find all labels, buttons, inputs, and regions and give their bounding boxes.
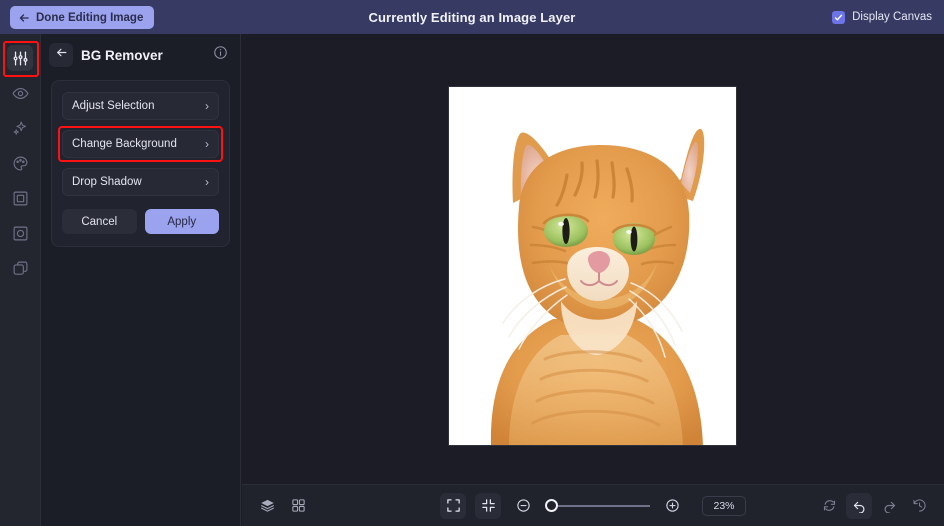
bg-remover-options-card: Adjust Selection › Change Background › D… <box>51 80 230 247</box>
info-circle-icon <box>213 45 228 65</box>
rail-item-visibility[interactable] <box>7 80 33 106</box>
rail-item-adjust[interactable] <box>3 41 39 77</box>
option-adjust-selection[interactable]: Adjust Selection › <box>62 92 219 120</box>
vignette-icon <box>12 225 29 242</box>
artboard[interactable] <box>448 86 737 446</box>
reset-icon <box>822 498 837 513</box>
option-drop-shadow[interactable]: Drop Shadow › <box>62 168 219 196</box>
undo-icon <box>852 498 867 513</box>
fit-screen-icon <box>446 498 461 513</box>
zoom-in-icon <box>665 498 680 513</box>
layers-button[interactable] <box>254 493 280 519</box>
cat-image[interactable] <box>449 87 737 446</box>
done-editing-image-label: Done Editing Image <box>36 11 144 24</box>
canvas-stage[interactable] <box>242 34 944 484</box>
cancel-button[interactable]: Cancel <box>62 209 137 234</box>
checkbox-checked-icon[interactable] <box>832 10 846 24</box>
zoom-out-button[interactable] <box>510 493 536 519</box>
chevron-right-icon: › <box>205 99 209 113</box>
shrink-icon <box>481 498 496 513</box>
zoom-slider-knob[interactable] <box>545 499 558 512</box>
history-controls <box>816 492 944 519</box>
panel-back-button[interactable] <box>49 43 73 67</box>
eye-icon <box>11 85 29 102</box>
rail-item-color[interactable] <box>7 150 33 176</box>
arrow-left-icon <box>55 46 68 64</box>
left-tool-rail <box>0 34 41 526</box>
duplicate-layers-icon <box>12 260 29 277</box>
history-button[interactable] <box>906 493 932 519</box>
history-icon <box>912 498 927 513</box>
zoom-out-icon <box>516 498 531 513</box>
option-drop-shadow-label: Drop Shadow <box>72 176 142 188</box>
option-adjust-selection-label: Adjust Selection <box>72 100 155 112</box>
chevron-right-icon: › <box>205 137 209 151</box>
rail-item-duplicate[interactable] <box>7 255 33 281</box>
panel-header: BG Remover <box>41 34 240 76</box>
panel-info-button[interactable] <box>210 45 230 65</box>
bottom-toolbar: 23% <box>242 484 944 526</box>
rail-item-effects[interactable] <box>7 115 33 141</box>
grid-icon <box>291 498 306 513</box>
shrink-to-fit-button[interactable] <box>475 492 501 519</box>
zoom-slider[interactable] <box>545 499 650 512</box>
zoom-level-value[interactable]: 23% <box>702 495 746 516</box>
panel-title: BG Remover <box>81 47 163 63</box>
display-canvas-label: Display Canvas <box>852 11 932 23</box>
fit-screen-button[interactable] <box>440 492 466 519</box>
chevron-right-icon: › <box>205 175 209 189</box>
reset-button[interactable] <box>816 493 842 519</box>
done-editing-image-button[interactable]: Done Editing Image <box>10 6 155 29</box>
frame-icon <box>12 190 29 207</box>
undo-button[interactable] <box>846 492 872 519</box>
palette-icon <box>12 155 29 172</box>
image-editor-app: Done Editing Image Currently Editing an … <box>0 0 944 526</box>
grid-button[interactable] <box>285 493 311 519</box>
bg-remover-panel: BG Remover Adjust Selection › Change Bac… <box>41 34 241 526</box>
rail-item-frame[interactable] <box>7 185 33 211</box>
display-canvas-toggle[interactable]: Display Canvas <box>832 0 932 34</box>
bottom-left-tools <box>242 493 311 519</box>
option-change-background-label: Change Background <box>72 138 177 150</box>
zoom-slider-track[interactable] <box>558 504 650 507</box>
panel-action-buttons: Cancel Apply <box>62 209 219 234</box>
redo-button[interactable] <box>876 493 902 519</box>
sliders-adjust-icon <box>12 50 29 67</box>
layers-icon <box>260 498 275 513</box>
option-change-background[interactable]: Change Background › <box>58 126 223 162</box>
zoom-in-button[interactable] <box>659 493 685 519</box>
sparkles-icon <box>12 120 29 137</box>
top-bar: Done Editing Image Currently Editing an … <box>0 0 944 34</box>
rail-item-vignette[interactable] <box>7 220 33 246</box>
arrow-left-icon <box>18 12 30 24</box>
apply-button[interactable]: Apply <box>144 209 219 234</box>
redo-icon <box>882 498 897 513</box>
